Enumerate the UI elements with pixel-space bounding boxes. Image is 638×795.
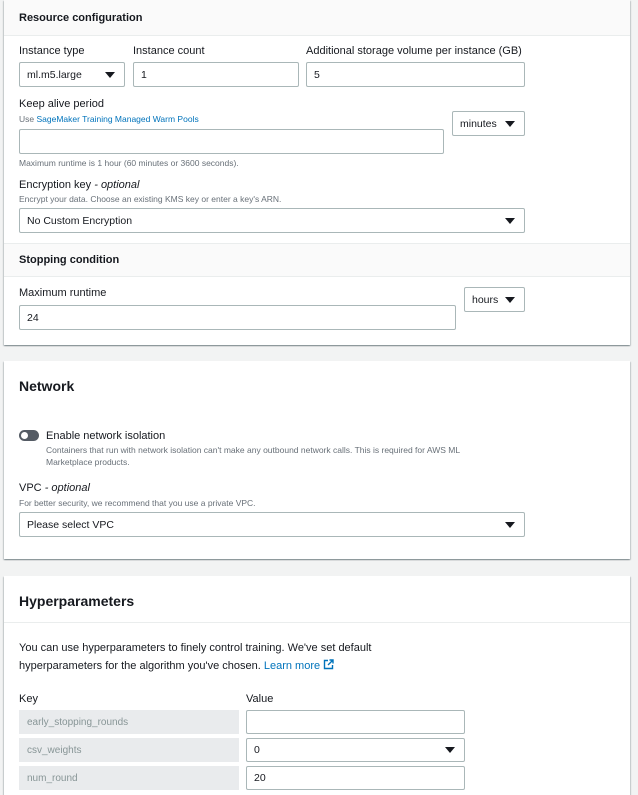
- encryption-label: Encryption key - optional: [19, 179, 139, 191]
- encryption-select[interactable]: No Custom Encryption: [19, 208, 525, 233]
- encryption-label-text: Encryption key: [19, 179, 92, 191]
- vpc-select[interactable]: Please select VPC: [19, 512, 525, 537]
- instance-type-value: ml.m5.large: [27, 68, 82, 81]
- hyperparameters-title: Hyperparameters: [19, 593, 135, 609]
- stopping-condition-header: Stopping condition: [4, 243, 630, 277]
- hyperparam-key-early-stopping-rounds: early_stopping_rounds: [19, 710, 239, 734]
- vpc-optional: - optional: [44, 482, 90, 494]
- chevron-down-icon: [445, 747, 455, 753]
- learn-more-link[interactable]: Learn more: [264, 660, 320, 672]
- network-title: Network: [19, 378, 75, 394]
- keep-alive-hint: Maximum runtime is 1 hour (60 minutes or…: [19, 158, 239, 168]
- network-isolation-toggle[interactable]: [19, 430, 39, 441]
- max-runtime-input[interactable]: 24: [19, 305, 456, 330]
- chevron-down-icon: [505, 217, 515, 224]
- instance-type-select[interactable]: ml.m5.large: [19, 62, 125, 87]
- vpc-value: Please select VPC: [27, 518, 114, 531]
- chevron-down-icon: [505, 120, 515, 127]
- hyperparam-key-num-round: num_round: [19, 766, 239, 790]
- keep-alive-unit-select[interactable]: minutes: [452, 111, 525, 136]
- hyperparam-value-early-stopping-rounds[interactable]: [246, 710, 465, 734]
- hyperparameters-intro-1: You can use hyperparameters to finely co…: [19, 642, 372, 654]
- storage-input[interactable]: 5: [306, 62, 525, 87]
- key-header: Key: [19, 693, 38, 705]
- network-panel: Network Enable network isolation Contain…: [4, 361, 630, 559]
- chevron-down-icon: [505, 521, 515, 528]
- keep-alive-unit-value: minutes: [460, 117, 497, 130]
- keep-alive-label: Keep alive period: [19, 98, 105, 110]
- storage-label: Additional storage volume per instance (…: [306, 45, 522, 57]
- hyperparam-value-num-round[interactable]: 20: [246, 766, 465, 790]
- resource-config-header: Resource configuration: [4, 0, 630, 36]
- instance-count-input[interactable]: 1: [133, 62, 299, 87]
- network-isolation-label: Enable network isolation: [46, 430, 166, 442]
- encryption-desc: Encrypt your data. Choose an existing KM…: [19, 194, 282, 204]
- vpc-desc: For better security, we recommend that y…: [19, 498, 256, 508]
- max-runtime-unit-select[interactable]: hours: [464, 287, 525, 312]
- toggle-knob: [21, 432, 28, 439]
- instance-count-label: Instance count: [133, 45, 205, 57]
- hyperparam-key-csv-weights: csv_weights: [19, 738, 239, 762]
- resource-config-title: Resource configuration: [19, 11, 143, 24]
- hyperparameters-panel: Hyperparameters You can use hyperparamet…: [4, 576, 630, 795]
- keep-alive-desc: Use SageMaker Training Managed Warm Pool…: [19, 114, 199, 124]
- hyperparameters-divider: [4, 622, 630, 623]
- chevron-down-icon: [505, 296, 515, 303]
- vpc-label-text: VPC: [19, 482, 42, 494]
- csv-weights-value: 0: [254, 744, 260, 756]
- max-runtime-label: Maximum runtime: [19, 287, 107, 299]
- keep-alive-desc-prefix: Use: [19, 114, 37, 124]
- hyperparam-value-csv-weights[interactable]: 0: [246, 738, 465, 762]
- stopping-condition-title: Stopping condition: [19, 254, 120, 266]
- instance-type-label: Instance type: [19, 45, 85, 57]
- encryption-value: No Custom Encryption: [27, 214, 133, 227]
- encryption-optional: - optional: [94, 179, 140, 191]
- vpc-label: VPC - optional: [19, 482, 90, 494]
- resource-config-panel: Resource configuration Instance type Ins…: [4, 0, 630, 345]
- max-runtime-unit-value: hours: [472, 293, 499, 306]
- external-link-icon[interactable]: [323, 659, 334, 670]
- hyperparameters-intro-2: hyperparameters for the algorithm you've…: [19, 659, 334, 672]
- network-isolation-desc-2: Marketplace products.: [46, 457, 130, 467]
- warm-pools-link[interactable]: SageMaker Training Managed Warm Pools: [36, 114, 198, 124]
- network-isolation-desc-1: Containers that run with network isolati…: [46, 445, 461, 455]
- keep-alive-input[interactable]: [19, 129, 444, 154]
- hyperparameters-intro-2-text: hyperparameters for the algorithm you've…: [19, 660, 261, 672]
- value-header: Value: [246, 693, 274, 705]
- chevron-down-icon: [105, 71, 115, 78]
